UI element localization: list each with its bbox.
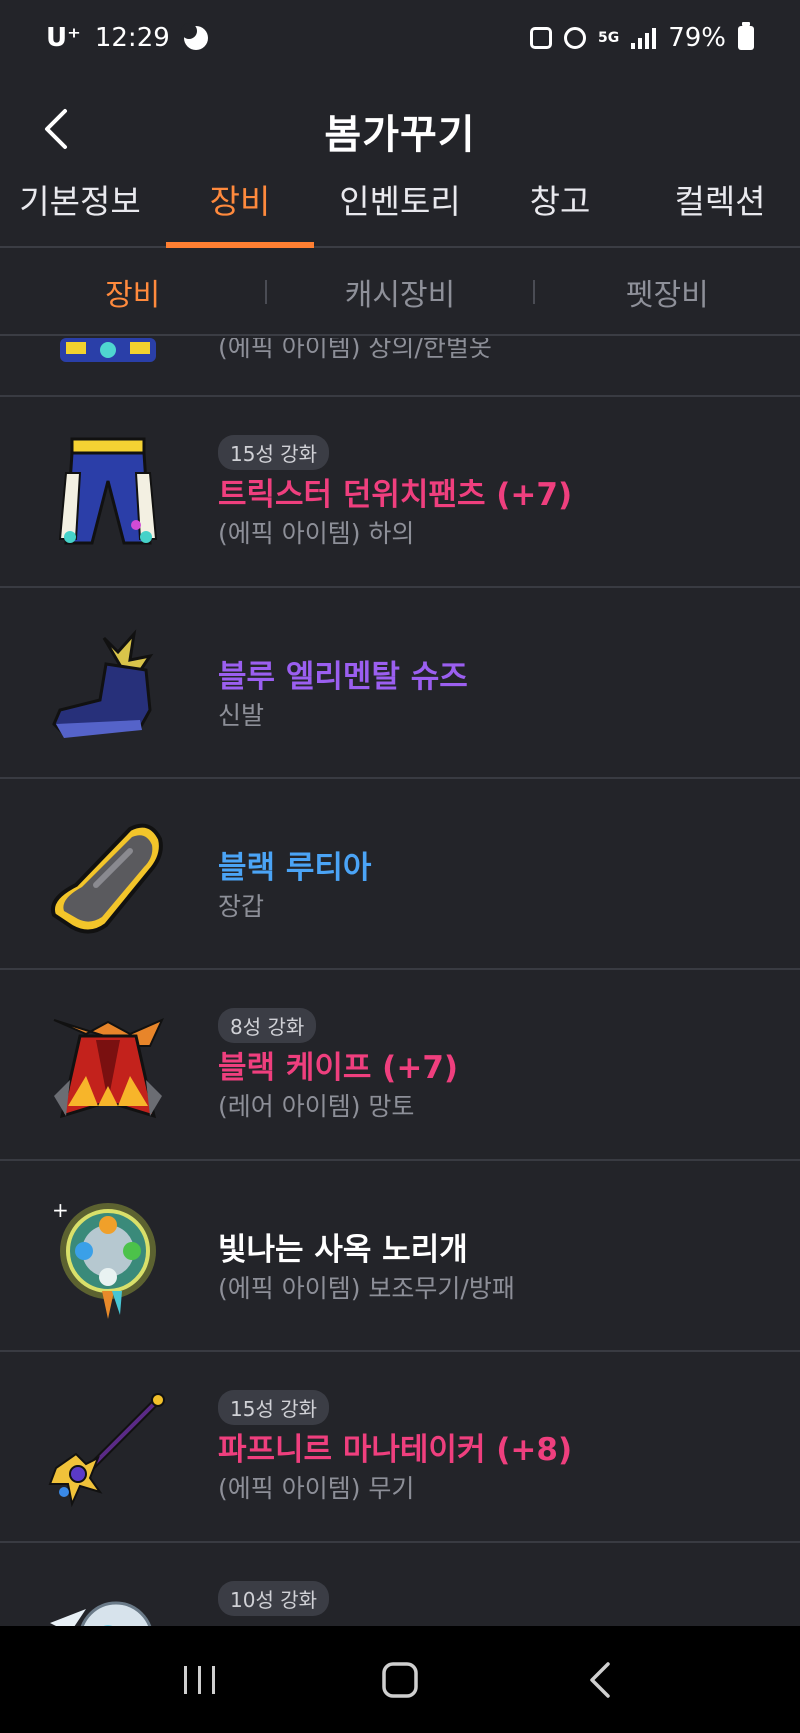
svg-text:+: + [52,1198,69,1222]
list-item[interactable]: 8성 강화 블랙 케이프 (+7) (레어 아이템) 망토 [0,970,800,1161]
item-name: 트릭스터 던위치팬츠 (+7) [218,477,573,513]
recycle-icon [529,27,552,49]
item-type: (에픽 아이템) 보조무기/방패 [218,1274,515,1303]
glove-icon [51,823,163,934]
app-bar: 봄가꾸기 [0,76,800,186]
item-type: (에픽 아이템) 무기 [218,1474,415,1503]
status-bar: U⁺ 12:29 5G 79% [0,0,800,76]
recent-apps-button[interactable] [160,1650,240,1710]
do-not-disturb-icon [180,23,208,50]
shoes-icon [52,629,154,738]
item-type: (레어 아이템) 망토 [218,1092,415,1121]
item-name: 파프니르 마나테이커 (+8) [218,1432,573,1468]
tab-basic-info[interactable]: 기본정보 [0,185,160,246]
item-type: 장갑 [218,892,265,921]
clock: 12:29 [94,23,170,53]
item-name: 블루 엘리멘탈 슈즈 [218,659,468,695]
item-type: (에픽 아이템) 하의 [218,519,415,548]
staff-icon [48,1393,165,1508]
tab-equipment[interactable]: 장비 [160,185,320,248]
pants-icon [58,437,158,545]
alarm-icon [563,27,586,49]
sub-tabs: 장비 캐시장비 펫장비 [0,250,800,336]
list-item[interactable]: + 빛나는 사옥 노리개 (에픽 아이템) 보조무기/방패 [0,1161,800,1352]
subtab-cash-equipment[interactable]: 캐시장비 [267,270,532,314]
battery-percent: 79% [668,23,726,53]
item-type: 신발 [218,701,265,730]
equipment-list[interactable]: (에픽 아이템) 상의/한벌옷 15성 강화 트릭스터 던위치팬츠 (+7) (… [0,338,800,1626]
recent-apps-icon [184,1665,215,1694]
tab-collection[interactable]: 컬렉션 [640,185,800,246]
list-item[interactable]: 15성 강화 파프니르 마나테이커 (+8) (에픽 아이템) 무기 [0,1352,800,1543]
network-type: 5G [597,30,620,46]
page-title: 봄가꾸기 [324,112,476,158]
star-force-badge: 8성 강화 [218,1008,317,1043]
back-button[interactable] [30,104,80,154]
overall-icon [60,338,156,362]
tab-storage[interactable]: 창고 [480,185,640,246]
signal-icon [631,27,657,49]
home-icon [382,1661,418,1698]
item-type: (에픽 아이템) 상의/한벌옷 [218,338,492,362]
system-nav-bar [0,1626,800,1733]
battery-icon [738,22,754,50]
chevron-left-icon [45,109,67,149]
emblem-icon [50,1601,152,1626]
carrier-label: U⁺ [46,23,81,53]
star-force-badge: 15성 강화 [218,435,330,470]
star-force-badge: 15성 강화 [218,1390,330,1425]
item-name: 빛나는 사옥 노리개 [218,1232,468,1268]
subtab-pet-equipment[interactable]: 펫장비 [535,270,800,314]
system-back-button[interactable] [560,1650,640,1710]
list-item[interactable]: 블랙 루티아 장갑 [0,779,800,970]
main-tabs: 기본정보 장비 인벤토리 창고 컬렉션 [0,185,800,248]
cape-icon [53,1018,165,1119]
norigae-icon: + [52,1198,156,1319]
list-item[interactable]: 15성 강화 트릭스터 던위치팬츠 (+7) (에픽 아이템) 하의 [0,397,800,588]
item-name: 블랙 루티아 [218,850,372,886]
list-item[interactable]: 블루 엘리멘탈 슈즈 신발 [0,588,800,779]
tab-inventory[interactable]: 인벤토리 [320,185,480,246]
star-force-badge: 10성 강화 [218,1581,330,1616]
item-name: 블랙 케이프 (+7) [218,1050,459,1086]
subtab-equipment[interactable]: 장비 [0,270,265,314]
home-button[interactable] [360,1650,440,1710]
list-item[interactable]: 10성 강화 [0,1543,800,1626]
list-item[interactable]: (에픽 아이템) 상의/한벌옷 [0,338,800,397]
chevron-left-icon [590,1661,610,1698]
